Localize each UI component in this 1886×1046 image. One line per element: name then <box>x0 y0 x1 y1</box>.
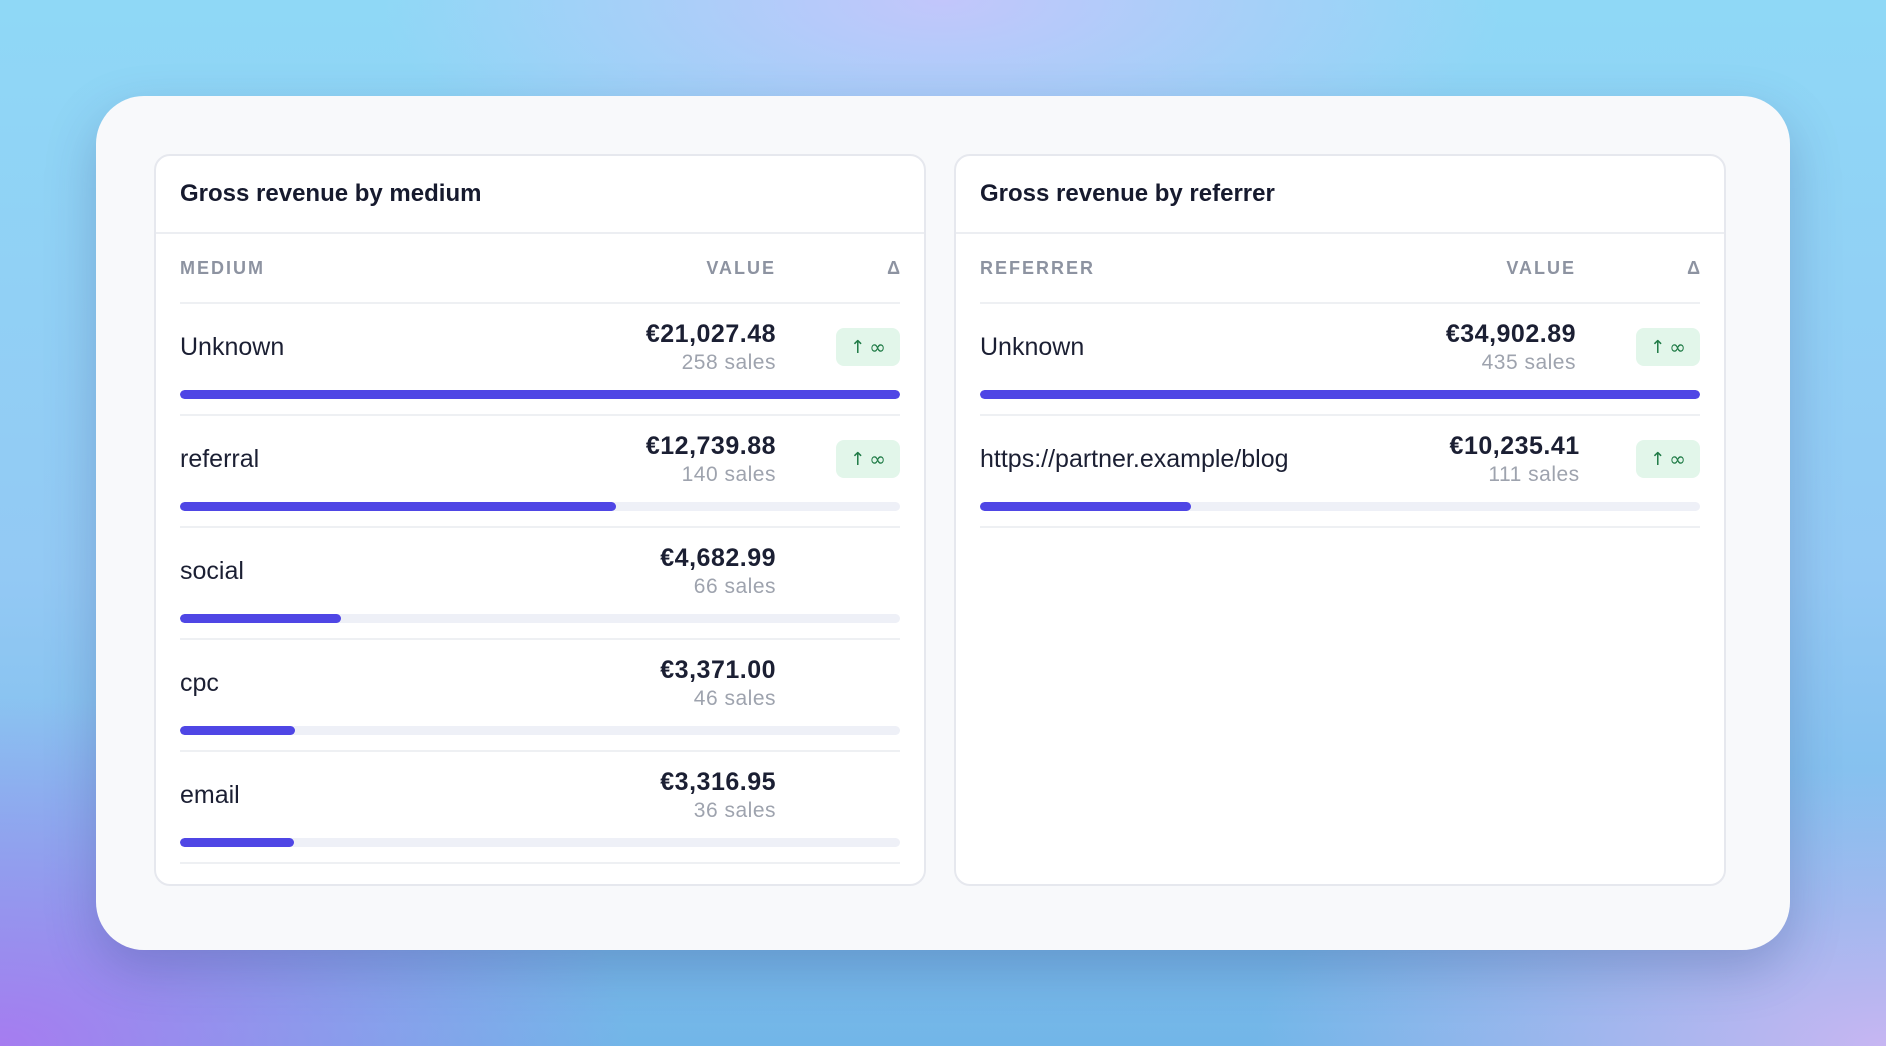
row-name: cpc <box>180 668 219 697</box>
arrow-up-icon: ↑ <box>1650 448 1666 470</box>
infinity-icon: ∞ <box>869 335 886 359</box>
share-bar <box>980 502 1700 511</box>
table: REFERRER VALUE Δ Unknown €34,902.89 435 … <box>956 234 1724 528</box>
column-header-delta[interactable]: Δ <box>1576 258 1700 279</box>
delta-badge: ↑ ∞ <box>1636 440 1700 478</box>
delta-badge: ↑ ∞ <box>836 440 900 478</box>
row-amount: €34,902.89 <box>1445 319 1576 348</box>
row-amount: €12,739.88 <box>645 431 776 460</box>
share-bar-fill <box>180 838 294 847</box>
row-amount: €10,235.41 <box>1449 431 1580 460</box>
row-sales: 46 sales <box>693 686 776 710</box>
table-row[interactable]: social €4,682.99 66 sales <box>180 528 900 640</box>
table-row[interactable]: referral €12,739.88 140 sales ↑ ∞ <box>180 416 900 528</box>
share-bar <box>180 502 900 511</box>
row-value: €3,371.00 46 sales <box>476 656 776 711</box>
report-card: Gross revenue by medium MEDIUM VALUE Δ U… <box>96 96 1790 950</box>
row-amount: €3,316.95 <box>660 767 776 796</box>
table-row[interactable]: email €3,316.95 36 sales <box>180 752 900 864</box>
share-bar-fill <box>980 390 1700 399</box>
row-name: Unknown <box>980 332 1085 361</box>
column-header-value[interactable]: VALUE <box>576 258 776 279</box>
row-sales: 36 sales <box>693 798 776 822</box>
table-row[interactable]: Unknown €34,902.89 435 sales ↑ ∞ <box>980 304 1700 416</box>
row-delta: ↑ ∞ <box>776 328 900 366</box>
row-name: referral <box>180 444 260 473</box>
arrow-up-icon: ↑ <box>850 336 866 358</box>
column-header-delta[interactable]: Δ <box>776 258 900 279</box>
infinity-icon: ∞ <box>1669 335 1686 359</box>
row-sales: 258 sales <box>681 350 776 374</box>
row-delta: ↑ ∞ <box>1576 328 1700 366</box>
row-delta: ↑ ∞ <box>1580 440 1700 478</box>
row-sales: 111 sales <box>1488 462 1580 486</box>
panel-revenue-by-medium: Gross revenue by medium MEDIUM VALUE Δ U… <box>154 154 926 886</box>
table-row[interactable]: https://partner.example/blog €10,235.41 … <box>980 416 1700 528</box>
share-bar-fill <box>180 726 296 735</box>
infinity-icon: ∞ <box>1669 447 1686 471</box>
share-bar <box>180 838 900 847</box>
row-name: Unknown <box>180 332 285 361</box>
table-row[interactable]: cpc €3,371.00 46 sales <box>180 640 900 752</box>
panel-header: Gross revenue by medium <box>156 156 924 234</box>
share-bar <box>180 390 900 399</box>
panel-header: Gross revenue by referrer <box>956 156 1724 234</box>
row-sales: 140 sales <box>681 462 776 486</box>
delta-badge: ↑ ∞ <box>836 328 900 366</box>
table-header: MEDIUM VALUE Δ <box>180 234 900 304</box>
share-bar <box>980 390 1700 399</box>
row-amount: €4,682.99 <box>660 543 776 572</box>
arrow-up-icon: ↑ <box>850 448 866 470</box>
panel-revenue-by-referrer: Gross revenue by referrer REFERRER VALUE… <box>954 154 1726 886</box>
row-value: €3,316.95 36 sales <box>476 768 776 823</box>
row-value: €21,027.48 258 sales <box>476 320 776 375</box>
table: MEDIUM VALUE Δ Unknown €21,027.48 258 sa… <box>156 234 924 864</box>
row-sales: 66 sales <box>693 574 776 598</box>
row-value: €34,902.89 435 sales <box>1276 320 1576 375</box>
share-bar-fill <box>180 390 900 399</box>
column-header-referrer[interactable]: REFERRER <box>980 258 1376 279</box>
panel-title: Gross revenue by referrer <box>980 180 1275 207</box>
share-bar <box>180 726 900 735</box>
row-name: social <box>180 556 244 585</box>
share-bar-fill <box>180 614 341 623</box>
table-header: REFERRER VALUE Δ <box>980 234 1700 304</box>
arrow-up-icon: ↑ <box>1650 336 1666 358</box>
row-value: €12,739.88 140 sales <box>476 432 776 487</box>
row-value: €4,682.99 66 sales <box>476 544 776 599</box>
share-bar-fill <box>980 502 1191 511</box>
row-sales: 435 sales <box>1481 350 1576 374</box>
row-name: https://partner.example/blog <box>980 444 1289 473</box>
table-row[interactable]: Unknown €21,027.48 258 sales ↑ ∞ <box>180 304 900 416</box>
row-value: €10,235.41 111 sales <box>1289 432 1580 487</box>
delta-badge: ↑ ∞ <box>1636 328 1700 366</box>
column-header-value[interactable]: VALUE <box>1376 258 1576 279</box>
column-header-medium[interactable]: MEDIUM <box>180 258 576 279</box>
share-bar-fill <box>180 502 617 511</box>
row-amount: €3,371.00 <box>660 655 776 684</box>
row-delta: ↑ ∞ <box>776 440 900 478</box>
share-bar <box>180 614 900 623</box>
infinity-icon: ∞ <box>869 447 886 471</box>
row-name: email <box>180 780 240 809</box>
panel-title: Gross revenue by medium <box>180 180 482 207</box>
row-amount: €21,027.48 <box>645 319 776 348</box>
